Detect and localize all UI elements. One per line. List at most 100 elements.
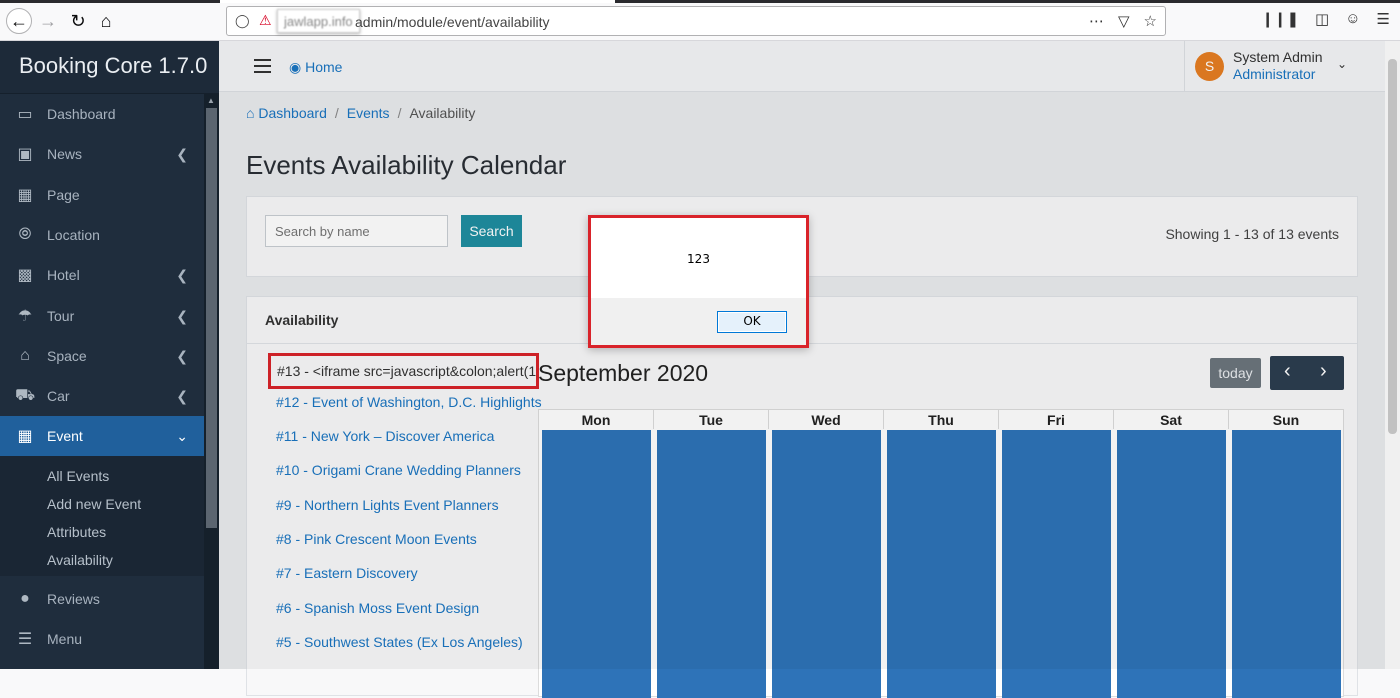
submenu-availability[interactable]: Availability <box>47 552 113 568</box>
sidebar-item-dashboard[interactable]: ▭ Dashboard <box>0 94 204 134</box>
availability-event-block[interactable] <box>887 430 996 698</box>
book-icon: ▦ <box>17 187 33 204</box>
chevron-left-icon: ❮ <box>176 266 188 283</box>
address-bar[interactable]: ◯ ⚠ jawlapp.info admin/module/event/avai… <box>226 6 1166 36</box>
app-menu-icon[interactable]: ☰ <box>1377 10 1390 28</box>
alert-ok-button[interactable]: OK <box>717 311 787 333</box>
sidebar-item-space[interactable]: ⌂ Space ❮ <box>0 336 204 376</box>
tab-strip-edge <box>0 0 1400 3</box>
library-icon[interactable]: ❙❙❚ <box>1261 10 1299 28</box>
sidebar-item-event[interactable]: ▦ Event ⌄ <box>0 416 204 456</box>
layers-icon: ☰ <box>17 631 33 648</box>
scroll-up-icon[interactable]: ▲ <box>207 96 215 105</box>
submenu-attributes[interactable]: Attributes <box>47 524 106 540</box>
breadcrumb-events[interactable]: Events <box>347 105 390 121</box>
admin-sidebar: Booking Core 1.7.0 ▭ Dashboard ▣ News ❮ … <box>0 41 219 669</box>
pocket-icon[interactable]: ▽ <box>1118 12 1130 30</box>
chevron-left-icon: ❮ <box>176 145 188 162</box>
availability-event-block[interactable] <box>542 430 651 698</box>
url-path[interactable]: admin/module/event/availability <box>355 14 550 30</box>
brand-title[interactable]: Booking Core 1.7.0 <box>0 41 219 94</box>
event-list-item[interactable]: #7 - Eastern Discovery <box>276 565 418 581</box>
back-arrow-icon[interactable]: ← <box>6 8 32 34</box>
event-list-item[interactable]: #5 - Southwest States (Ex Los Angeles) <box>276 634 523 650</box>
availability-event-block[interactable] <box>657 430 766 698</box>
calendar-title: September 2020 <box>538 360 709 386</box>
comment-icon: ● <box>20 590 30 607</box>
account-icon[interactable]: ☺ <box>1345 10 1360 28</box>
insecure-lock-icon[interactable]: ⚠ <box>259 12 272 29</box>
chevron-right-icon[interactable]: › <box>1320 360 1327 383</box>
browser-toolbar: ← → ↻ ⌂ ◯ ⚠ jawlapp.info admin/module/ev… <box>0 0 1400 41</box>
home-link[interactable]: ◉ Home <box>289 59 342 76</box>
event-list-item[interactable]: #8 - Pink Crescent Moon Events <box>276 531 477 547</box>
sidebar-item-hotel[interactable]: ▩ Hotel ❮ <box>0 255 204 295</box>
sidebar-item-label: Car <box>47 388 70 404</box>
building-icon: ▩ <box>17 267 33 284</box>
availability-event-block[interactable] <box>1002 430 1111 698</box>
alert-message: 123 <box>687 252 710 266</box>
search-button[interactable]: Search <box>461 215 522 247</box>
chevron-down-icon: ⌄ <box>176 427 188 444</box>
breadcrumb-label: Dashboard <box>258 105 327 121</box>
umbrella-icon: ☂ <box>17 308 33 325</box>
calendar-grid: Mon Tue Wed Thu Fri Sat Sun <box>538 409 1344 698</box>
sidebar-item-reviews[interactable]: ● Reviews <box>0 579 204 619</box>
main-scrollbar[interactable] <box>1385 41 1400 669</box>
sidebar-item-label: Menu <box>47 631 83 647</box>
sidebar-scrollbar[interactable]: ▲ <box>204 94 219 669</box>
submenu-add-new-event[interactable]: Add new Event <box>47 496 141 512</box>
reload-icon[interactable]: ↻ <box>66 9 90 33</box>
user-role: Administrator <box>1233 66 1316 82</box>
event-list-item[interactable]: #12 - Event of Washington, D.C. Highligh… <box>276 394 542 410</box>
sidebar-item-label: Location <box>47 227 100 243</box>
sidebar-scroll-thumb[interactable] <box>206 108 217 528</box>
user-dropdown[interactable]: S System Admin Administrator ⌄ <box>1184 41 1365 92</box>
event-list-item[interactable]: #9 - Northern Lights Event Planners <box>276 497 499 513</box>
breadcrumb-dashboard[interactable]: ⌂ Dashboard <box>246 105 327 121</box>
submenu-all-events[interactable]: All Events <box>47 468 109 484</box>
search-input[interactable] <box>265 215 448 247</box>
page-title: Events Availability Calendar <box>246 150 567 180</box>
sidebar-item-car[interactable]: ⛟ Car ❮ <box>0 376 204 416</box>
chevron-left-icon: ❮ <box>176 387 188 404</box>
alert-dialog: 123 OK <box>588 215 809 348</box>
day-header-fri: Fri <box>999 410 1114 429</box>
car-icon: ⛟ <box>15 387 36 404</box>
day-header-sat: Sat <box>1114 410 1229 429</box>
forward-arrow-icon[interactable]: → <box>36 9 60 33</box>
hamburger-icon[interactable] <box>254 59 271 73</box>
main-scroll-thumb[interactable] <box>1388 59 1397 434</box>
sidebar-item-tour[interactable]: ☂ Tour ❮ <box>0 296 204 336</box>
calendar-nav: ‹ › <box>1270 356 1344 390</box>
page-actions-icon[interactable]: ⋯ <box>1089 12 1104 30</box>
home-icon[interactable]: ⌂ <box>94 9 118 33</box>
event-list-item[interactable]: #13 - <iframe src=javascript&colon;alert… <box>268 353 539 389</box>
sidebar-item-page[interactable]: ▦ Page <box>0 175 204 215</box>
alert-body: 123 <box>591 218 806 298</box>
top-navbar: ◉ Home S System Admin Administrator ⌄ <box>219 41 1385 92</box>
availability-event-block[interactable] <box>772 430 881 698</box>
event-list-item[interactable]: #6 - Spanish Moss Event Design <box>276 600 479 616</box>
availability-event-block[interactable] <box>1117 430 1226 698</box>
event-list-item[interactable]: #10 - Origami Crane Wedding Planners <box>276 462 521 478</box>
eye-icon: ◉ <box>289 59 302 75</box>
day-header-sun: Sun <box>1229 410 1344 429</box>
sidebar-item-menu[interactable]: ☰ Menu <box>0 619 204 659</box>
event-list-item[interactable]: #11 - New York – Discover America <box>276 428 494 444</box>
url-host-tooltip: jawlapp.info <box>277 9 360 33</box>
breadcrumb: ⌂ Dashboard / Events / Availability <box>246 105 476 121</box>
results-count: Showing 1 - 13 of 13 events <box>1165 226 1339 242</box>
sidebar-item-label: Dashboard <box>47 106 116 122</box>
today-button[interactable]: today <box>1210 358 1261 388</box>
monitor-icon: ▭ <box>17 106 33 123</box>
sidebar-item-news[interactable]: ▣ News ❮ <box>0 134 204 174</box>
sidebar-item-location[interactable]: ⦾ Location <box>0 215 204 255</box>
tracking-shield-icon[interactable]: ◯ <box>235 13 250 29</box>
chevron-left-icon[interactable]: ‹ <box>1284 360 1291 383</box>
availability-panel: Availability #13 - <iframe src=javascrip… <box>246 296 1358 698</box>
sidebar-toggle-icon[interactable]: ◫ <box>1315 10 1329 28</box>
availability-event-block[interactable] <box>1232 430 1341 698</box>
user-name: System Admin <box>1233 49 1323 65</box>
bookmark-star-icon[interactable]: ☆ <box>1144 12 1157 30</box>
